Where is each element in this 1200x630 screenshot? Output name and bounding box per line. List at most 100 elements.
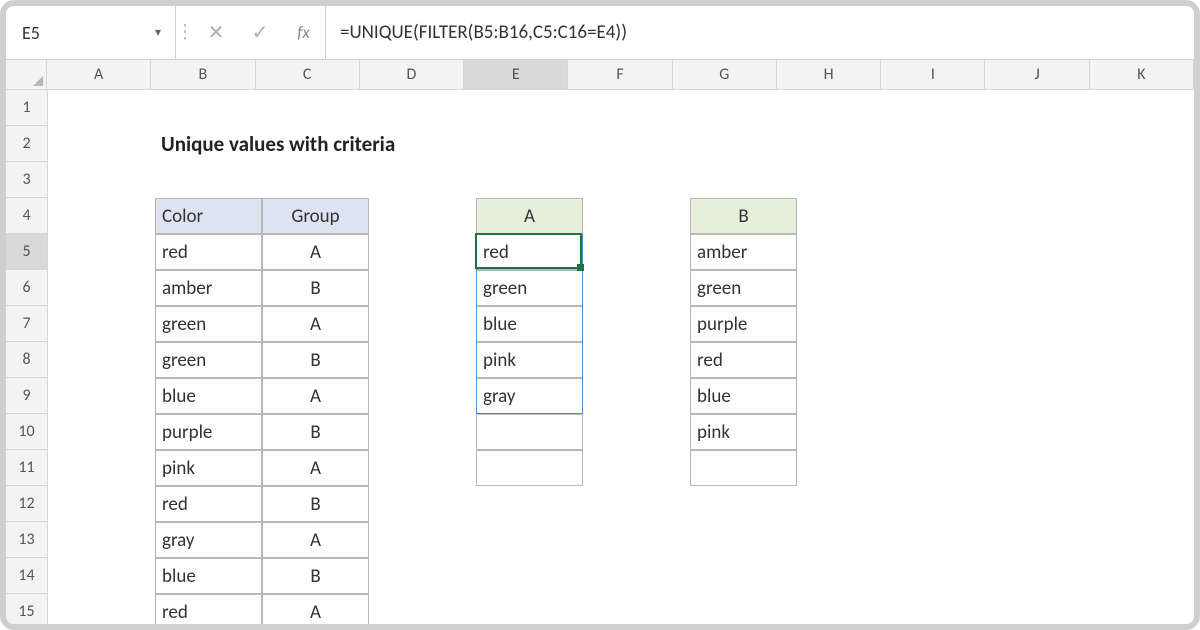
- insert-function-icon[interactable]: fx: [282, 6, 326, 59]
- table-row[interactable]: A: [262, 594, 369, 630]
- cell-value: amber: [697, 241, 747, 264]
- col-header-A[interactable]: A: [47, 60, 151, 89]
- result-b-cell[interactable]: purple: [690, 306, 797, 342]
- row-header-3[interactable]: 3: [6, 162, 47, 198]
- worksheet-grid[interactable]: ABCDEFGHIJK 123456789101112131415 Unique…: [6, 60, 1194, 624]
- row-header-5[interactable]: 5: [6, 234, 47, 270]
- row-header-2[interactable]: 2: [6, 126, 47, 162]
- result-a-header[interactable]: A: [476, 198, 583, 234]
- table-row[interactable]: green: [155, 306, 262, 342]
- col-header-B[interactable]: B: [151, 60, 255, 89]
- enter-icon[interactable]: ✓: [238, 6, 282, 59]
- cell-value: A: [310, 457, 321, 480]
- col-header-J[interactable]: J: [985, 60, 1089, 89]
- cell-value: Group: [291, 205, 339, 228]
- cell-value: purple: [697, 313, 747, 336]
- formula-input[interactable]: =UNIQUE(FILTER(B5:B16,C5:C16=E4)): [326, 6, 1194, 59]
- table-row[interactable]: B: [262, 486, 369, 522]
- table-row[interactable]: A: [262, 306, 369, 342]
- row-header-8[interactable]: 8: [6, 342, 47, 378]
- table-row[interactable]: B: [262, 414, 369, 450]
- result-a-cell[interactable]: green: [476, 270, 583, 306]
- table-header-group[interactable]: Group: [262, 198, 369, 234]
- row-header-12[interactable]: 12: [6, 486, 47, 522]
- table-row[interactable]: B: [262, 558, 369, 594]
- table-header-color[interactable]: Color: [155, 198, 262, 234]
- cancel-icon[interactable]: ✕: [194, 6, 238, 59]
- name-box-container: E5 ▾: [6, 6, 176, 59]
- table-row[interactable]: red: [155, 234, 262, 270]
- cell-value: B: [310, 349, 320, 372]
- table-row[interactable]: blue: [155, 558, 262, 594]
- col-header-K[interactable]: K: [1090, 60, 1194, 89]
- cell-value: Unique values with criteria: [161, 131, 395, 157]
- row-header-4[interactable]: 4: [6, 198, 47, 234]
- cell-value: B: [310, 493, 320, 516]
- cell-value: A: [310, 529, 321, 552]
- cells-area[interactable]: Unique values with criteria Color Group red…: [48, 90, 1194, 624]
- table-row[interactable]: A: [262, 234, 369, 270]
- result-a-cell[interactable]: gray: [476, 378, 583, 414]
- cell-value: A: [310, 313, 321, 336]
- row-header-11[interactable]: 11: [6, 450, 47, 486]
- table-row[interactable]: B: [262, 270, 369, 306]
- cell-value: A: [524, 205, 535, 228]
- table-row[interactable]: A: [262, 450, 369, 486]
- col-header-D[interactable]: D: [360, 60, 464, 89]
- row-header-7[interactable]: 7: [6, 306, 47, 342]
- cell-value: A: [310, 385, 321, 408]
- result-a-cell[interactable]: pink: [476, 342, 583, 378]
- cell-value: pink: [697, 421, 730, 444]
- cell-value: red: [162, 241, 188, 264]
- result-b-cell[interactable]: pink: [690, 414, 797, 450]
- name-box[interactable]: E5: [16, 18, 147, 48]
- row-header-14[interactable]: 14: [6, 558, 47, 594]
- result-b-cell[interactable]: blue: [690, 378, 797, 414]
- cell-value: B: [310, 277, 320, 300]
- result-b-cell[interactable]: [690, 450, 797, 486]
- col-header-I[interactable]: I: [881, 60, 985, 89]
- row-header-10[interactable]: 10: [6, 414, 47, 450]
- result-a-cell[interactable]: [476, 450, 583, 486]
- result-b-cell[interactable]: green: [690, 270, 797, 306]
- cell-value: green: [697, 277, 741, 300]
- table-row[interactable]: A: [262, 522, 369, 558]
- col-header-G[interactable]: G: [673, 60, 777, 89]
- row-header-1[interactable]: 1: [6, 90, 47, 126]
- result-b-header[interactable]: B: [690, 198, 797, 234]
- cell-value: Color: [162, 205, 203, 228]
- result-b-cell[interactable]: red: [690, 342, 797, 378]
- row-header-9[interactable]: 9: [6, 378, 47, 414]
- select-all-corner[interactable]: [6, 60, 47, 89]
- cell-value: red: [697, 349, 723, 372]
- result-b-cell[interactable]: amber: [690, 234, 797, 270]
- row-headers: 123456789101112131415: [6, 90, 48, 624]
- col-header-C[interactable]: C: [256, 60, 360, 89]
- row-header-6[interactable]: 6: [6, 270, 47, 306]
- col-header-F[interactable]: F: [568, 60, 672, 89]
- cell-value: green: [162, 313, 206, 336]
- table-row[interactable]: gray: [155, 522, 262, 558]
- table-row[interactable]: A: [262, 378, 369, 414]
- result-a-cell[interactable]: red: [476, 234, 583, 270]
- cell-value: B: [310, 565, 320, 588]
- table-row[interactable]: red: [155, 486, 262, 522]
- col-header-H[interactable]: H: [777, 60, 881, 89]
- table-row[interactable]: pink: [155, 450, 262, 486]
- cell-value: red: [162, 493, 188, 516]
- name-box-dropdown-icon[interactable]: ▾: [147, 22, 169, 44]
- table-row[interactable]: amber: [155, 270, 262, 306]
- table-row[interactable]: B: [262, 342, 369, 378]
- result-a-cell[interactable]: blue: [476, 306, 583, 342]
- table-row[interactable]: blue: [155, 378, 262, 414]
- table-row[interactable]: green: [155, 342, 262, 378]
- col-header-E[interactable]: E: [464, 60, 568, 89]
- cell-value: B: [738, 205, 748, 228]
- table-row[interactable]: purple: [155, 414, 262, 450]
- row-header-13[interactable]: 13: [6, 522, 47, 558]
- row-header-15[interactable]: 15: [6, 594, 47, 630]
- result-a-cell[interactable]: [476, 414, 583, 450]
- title-cell[interactable]: Unique values with criteria: [155, 126, 583, 162]
- cell-value: green: [483, 277, 527, 300]
- table-row[interactable]: red: [155, 594, 262, 630]
